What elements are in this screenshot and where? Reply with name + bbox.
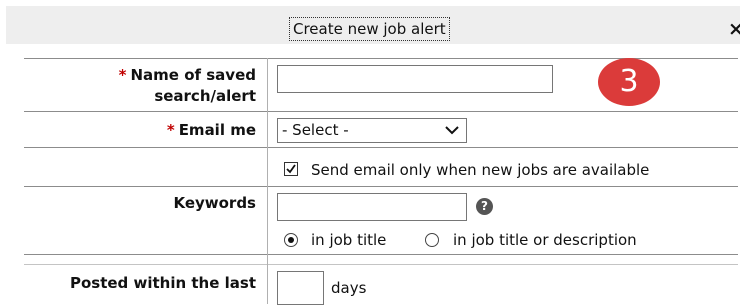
chevron-down-icon — [445, 126, 459, 135]
row-divider — [24, 254, 738, 255]
radio-in-job-title-label: in job title — [311, 231, 387, 249]
radio-in-title-or-description[interactable] — [425, 233, 439, 247]
help-icon[interactable]: ? — [476, 198, 493, 215]
keywords-input[interactable] — [277, 193, 467, 221]
posted-within-label: Posted within the last — [69, 274, 256, 292]
posted-days-input[interactable] — [277, 271, 324, 305]
row-divider — [24, 147, 738, 148]
name-label-line2: search/alert — [154, 87, 256, 105]
row-divider — [24, 111, 738, 112]
row-divider — [24, 186, 738, 187]
email-frequency-value: - Select - — [282, 121, 349, 139]
radio-in-job-title[interactable] — [284, 233, 298, 247]
radio-in-title-or-description-label: in job title or description — [453, 231, 637, 249]
job-alert-form: * Name of saved search/alert * Email me - … — [24, 58, 738, 305]
name-label: * Name of saved — [119, 65, 256, 86]
email-label: * Email me — [167, 120, 256, 141]
dialog-titlebar: Create new job alert × — [6, 6, 740, 44]
send-only-new-label: Send email only when new jobs are availa… — [311, 161, 650, 179]
required-marker: * — [166, 121, 175, 139]
check-icon — [286, 164, 296, 174]
dialog-title: Create new job alert — [289, 17, 450, 41]
email-label-text: Email me — [178, 121, 256, 139]
email-frequency-select[interactable]: - Select - — [277, 118, 467, 143]
row-divider — [24, 264, 738, 265]
step-number-badge: 3 — [598, 58, 660, 106]
name-label-line1: Name of saved — [130, 66, 257, 84]
column-divider — [267, 58, 268, 304]
alert-name-input[interactable] — [277, 65, 553, 93]
required-marker: * — [118, 66, 127, 84]
keywords-label: Keywords — [173, 194, 256, 212]
send-only-new-checkbox[interactable] — [284, 162, 298, 176]
days-unit-label: days — [331, 279, 367, 297]
close-button[interactable]: × — [728, 16, 740, 42]
